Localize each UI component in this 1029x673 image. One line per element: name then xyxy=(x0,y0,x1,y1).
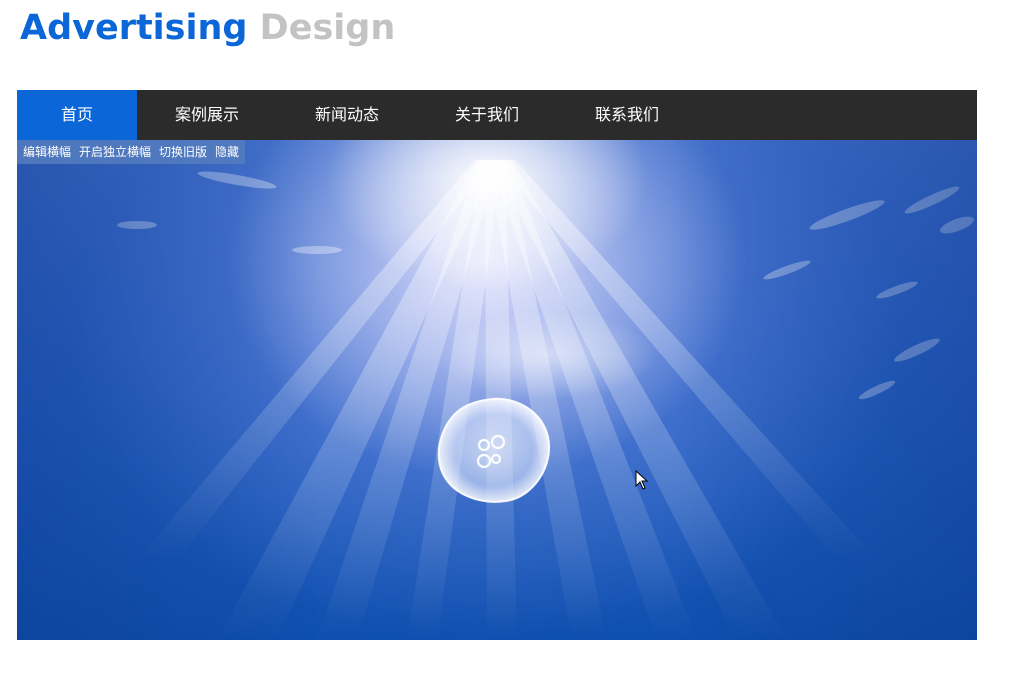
mouse-cursor-icon xyxy=(635,470,649,490)
nav-item-contact[interactable]: 联系我们 xyxy=(557,90,697,140)
site-logo[interactable]: Advertising Design xyxy=(20,8,395,48)
switch-old-version-button[interactable]: 切换旧版 xyxy=(155,140,211,164)
banner-image: 编辑横幅 开启独立横幅 切换旧版 隐藏 xyxy=(17,140,977,640)
water-sparkle xyxy=(437,310,657,400)
main-navigation: 首页 案例展示 新闻动态 关于我们 联系我们 xyxy=(17,90,977,140)
edit-banner-button[interactable]: 编辑横幅 xyxy=(19,140,75,164)
vignette-right xyxy=(677,140,977,640)
nav-item-home[interactable]: 首页 xyxy=(17,90,137,140)
nav-item-news[interactable]: 新闻动态 xyxy=(277,90,417,140)
jellyfish-image xyxy=(437,397,551,503)
nav-item-cases[interactable]: 案例展示 xyxy=(137,90,277,140)
independent-banner-button[interactable]: 开启独立横幅 xyxy=(75,140,155,164)
banner-edit-toolbar: 编辑横幅 开启独立横幅 切换旧版 隐藏 xyxy=(17,140,246,164)
logo-primary-text: Advertising xyxy=(20,8,248,48)
logo-secondary-text: Design xyxy=(259,8,396,48)
nav-item-about[interactable]: 关于我们 xyxy=(417,90,557,140)
hide-button[interactable]: 隐藏 xyxy=(211,140,243,164)
vignette-left xyxy=(17,140,317,640)
